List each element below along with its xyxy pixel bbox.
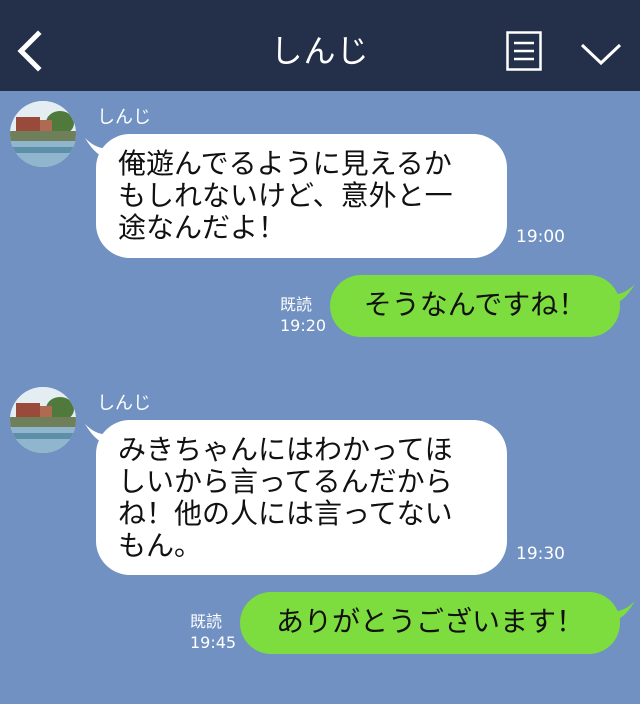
menu-icon (506, 31, 542, 71)
chat-title: しんじ (270, 32, 370, 70)
read-receipt: 既読 19:45 (190, 611, 236, 653)
avatar[interactable] (10, 387, 76, 453)
profile-photo-icon (10, 101, 76, 167)
message-bubble-outgoing: そうなんですね！ (330, 275, 620, 337)
read-label: 既読 (190, 612, 223, 631)
message-bubble-incoming: みきちゃんにはわかってほ しいから言ってるんだから ね！他の人には言ってない も… (96, 420, 507, 575)
avatar[interactable] (10, 101, 76, 167)
sender-name: しんじ (97, 107, 151, 128)
message-time: 19:00 (516, 227, 565, 247)
message-time: 19:30 (516, 544, 565, 564)
message-bubble-outgoing: ありがとうございます！ (240, 592, 620, 654)
chat-header: しんじ (0, 0, 640, 91)
message-time: 19:20 (280, 316, 327, 335)
read-receipt: 既読 19:20 (280, 294, 326, 336)
menu-button[interactable] (506, 31, 542, 71)
collapse-button[interactable] (578, 36, 624, 70)
message-time: 19:45 (190, 633, 237, 652)
profile-photo-icon (10, 387, 76, 453)
read-label: 既読 (280, 295, 313, 314)
message-bubble-incoming: 俺遊んでるように見えるか もしれないけど、意外と一 途なんだよ！ (96, 134, 507, 258)
sender-name: しんじ (97, 393, 151, 414)
chevron-down-icon (580, 43, 622, 66)
